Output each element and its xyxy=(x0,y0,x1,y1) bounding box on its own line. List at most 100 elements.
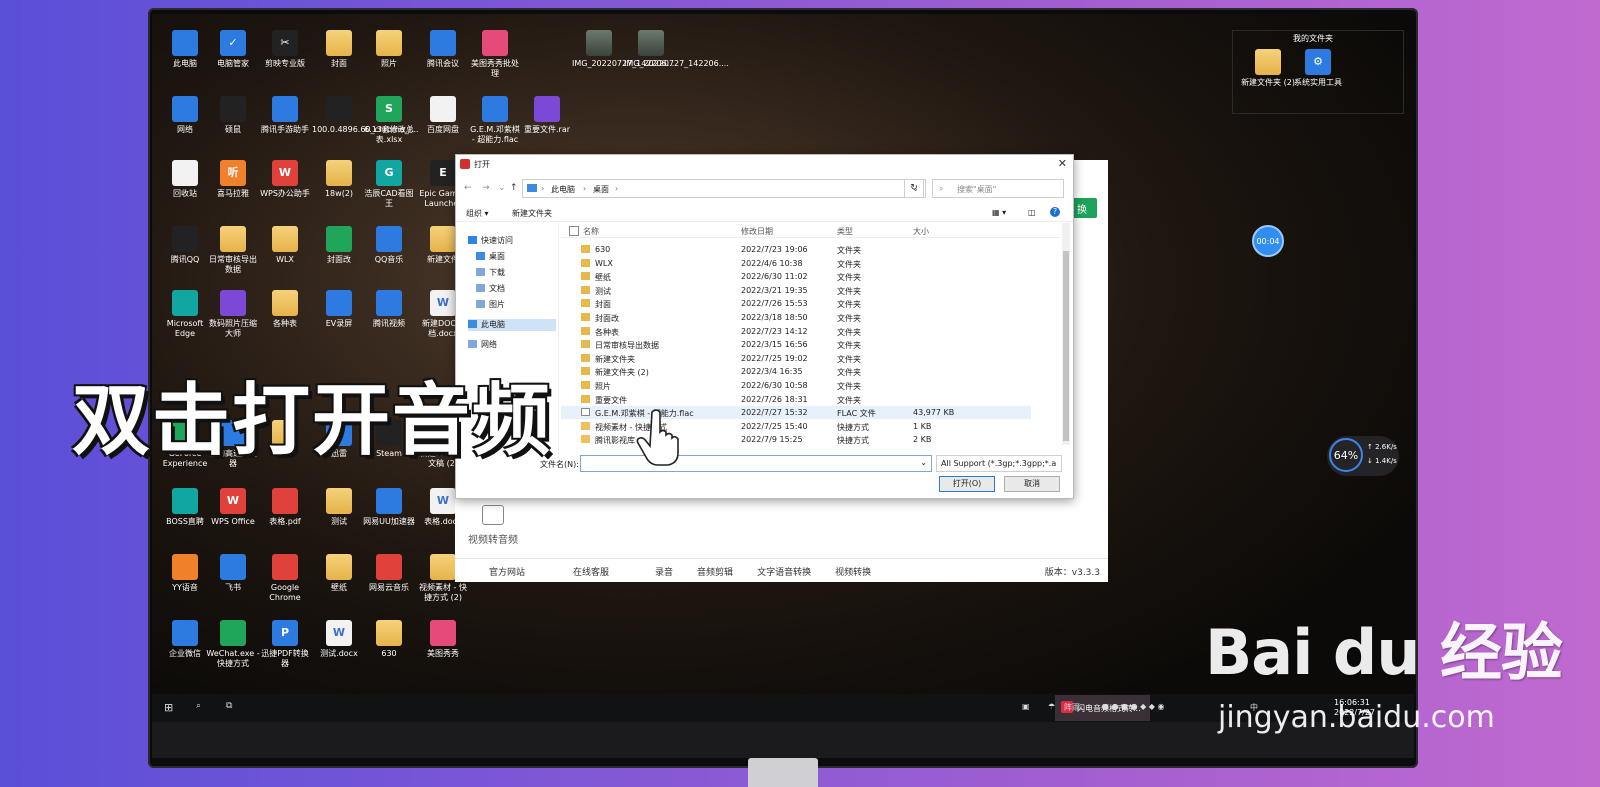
tts-link[interactable]: 文字语音转换 xyxy=(757,565,811,578)
video-convert-link[interactable]: 视频转换 xyxy=(835,565,871,578)
audio-edit-link[interactable]: 音频剪辑 xyxy=(697,565,733,578)
desktop-icon[interactable]: W WPS Office xyxy=(206,488,260,527)
file-row[interactable]: 日常审核导出数据 2022/3/15 16:56 文件夹 xyxy=(561,338,1031,351)
chevron-down-icon[interactable]: ⌄ xyxy=(920,458,927,467)
desktop-icon[interactable]: 网易UU加速器 xyxy=(362,488,416,527)
desktop-icon[interactable]: Google Chrome xyxy=(258,554,312,603)
nav-item[interactable]: 快速访问 xyxy=(468,235,556,247)
recording-timer[interactable]: 00:04 xyxy=(1252,225,1284,257)
refresh-icon[interactable]: ↻ xyxy=(904,179,924,198)
desktop-icon[interactable]: 腾讯手游助手 xyxy=(258,96,312,135)
close-icon[interactable]: ✕ xyxy=(1058,157,1067,170)
desktop-icon[interactable]: ✓ 电脑管家 xyxy=(206,30,260,69)
nav-item[interactable]: 此电脑 xyxy=(468,319,556,331)
desktop-icon[interactable]: 630 xyxy=(362,620,416,659)
windows-start-icon[interactable]: ⊞ xyxy=(164,701,173,714)
new-folder-button[interactable]: 新建文件夹 xyxy=(512,208,552,219)
file-row[interactable]: 测试 2022/3/21 19:35 文件夹 xyxy=(561,284,1031,297)
desktop-icon[interactable]: 腾讯视频 xyxy=(362,290,416,329)
weather-text[interactable]: 阵雨... xyxy=(1064,702,1088,713)
desktop-icon[interactable]: Microsoft Edge xyxy=(158,290,212,339)
desktop-icon[interactable]: 此电脑 xyxy=(158,30,212,69)
nav-item[interactable]: 网络 xyxy=(468,339,556,351)
file-row[interactable]: 新建文件夹 (2) 2022/3/4 16:35 文件夹 xyxy=(561,365,1031,378)
search-icon[interactable]: ⌕ xyxy=(196,701,201,711)
file-row[interactable]: 封面改 2022/3/18 18:50 文件夹 xyxy=(561,311,1031,324)
nav-item[interactable]: 桌面 xyxy=(476,251,556,263)
desktop-icon[interactable]: P 迅捷PDF转换器 xyxy=(258,620,312,669)
desktop-icon[interactable]: 听喜马拉雅 xyxy=(206,160,260,199)
desktop-icon-system-tools[interactable]: ⚙ 系统实用工具 xyxy=(1291,49,1345,88)
desktop-icon[interactable]: 表格.pdf xyxy=(258,488,312,527)
record-link[interactable]: 录音 xyxy=(655,565,673,578)
desktop-icon[interactable]: G 浩辰CAD看图王 xyxy=(362,160,416,209)
file-row[interactable]: 腾讯影视库 2022/7/9 15:25 快捷方式 2 KB xyxy=(561,433,1031,446)
desktop-icon[interactable]: 美图秀秀 xyxy=(416,620,470,659)
desktop-icon[interactable]: EV录屏 xyxy=(312,290,366,329)
file-list-scrollbar[interactable] xyxy=(1062,223,1070,445)
task-view-icon[interactable]: ⧉ xyxy=(226,701,232,711)
file-row[interactable]: 各种表 2022/7/23 14:12 文件夹 xyxy=(561,325,1031,338)
tray-icons[interactable]: ● ● ● ● ◆ ◆ ◉ xyxy=(1102,702,1164,711)
desktop-icon[interactable]: 100.0.4896.60_chrome_i... xyxy=(312,96,419,135)
select-all-checkbox[interactable] xyxy=(569,226,579,236)
column-type[interactable]: 类型 xyxy=(837,226,853,237)
desktop-icon[interactable]: 封面改 xyxy=(312,226,366,265)
desktop-icon[interactable]: 腾讯会议 xyxy=(416,30,470,69)
column-modified[interactable]: 修改日期 xyxy=(741,226,773,237)
desktop-icon[interactable]: WeChat.exe - 快捷方式 xyxy=(206,620,260,669)
breadcrumb-desktop[interactable]: 桌面 xyxy=(593,184,609,195)
view-options-icon[interactable]: ▦ ▾ xyxy=(992,208,1006,217)
chevron-down-icon[interactable]: ⌄ xyxy=(498,183,506,193)
desktop-icon[interactable]: WLX xyxy=(258,226,312,265)
nav-item[interactable]: 文档 xyxy=(476,283,556,295)
help-icon[interactable]: ? xyxy=(1050,207,1060,217)
desktop-icon[interactable]: 壁纸 xyxy=(312,554,366,593)
desktop-icon[interactable]: W 测试.docx xyxy=(312,620,366,659)
forward-arrow-icon[interactable]: → xyxy=(482,183,490,193)
nav-item[interactable]: 下载 xyxy=(476,267,556,279)
official-site-link[interactable]: 官方网站 xyxy=(489,565,525,578)
desktop-icon[interactable]: 飞书 xyxy=(206,554,260,593)
back-arrow-icon[interactable]: ← xyxy=(464,183,472,193)
desktop-icon[interactable]: 网易云音乐 xyxy=(362,554,416,593)
online-support-link[interactable]: 在线客服 xyxy=(573,565,609,578)
desktop-icon[interactable]: 腾讯QQ xyxy=(158,226,212,265)
breadcrumb-this-pc[interactable]: 此电脑 xyxy=(551,184,575,195)
nav-item[interactable]: 图片 xyxy=(476,299,556,311)
cancel-button[interactable]: 取消 xyxy=(1004,476,1060,492)
preview-pane-icon[interactable]: ◫ xyxy=(1028,208,1036,217)
wps-tray-icon[interactable]: ▣ xyxy=(1022,702,1030,711)
file-row[interactable]: 630 2022/7/23 19:06 文件夹 xyxy=(561,243,1031,256)
desktop-icon[interactable]: 重要文件.rar xyxy=(520,96,574,135)
search-input[interactable]: ⌕ 搜索"桌面" xyxy=(932,179,1064,198)
open-button[interactable]: 打开(O) xyxy=(939,476,995,492)
desktop-icon[interactable]: 企业微信 xyxy=(158,620,212,659)
video-to-audio-item[interactable]: 视频转音频 xyxy=(463,505,523,546)
desktop-icon[interactable]: G.E.M.邓紫棋 - 超能力.flac xyxy=(468,96,522,145)
desktop-icon[interactable]: 网络 xyxy=(158,96,212,135)
desktop-icon[interactable]: 照片 xyxy=(362,30,416,69)
desktop-icon[interactable]: IMG_20220727_142206.... xyxy=(624,30,729,69)
column-name[interactable]: 名称 xyxy=(583,226,599,237)
file-row[interactable]: 照片 2022/6/30 10:58 文件夹 xyxy=(561,379,1031,392)
desktop-icon[interactable]: BOSS直聘 xyxy=(158,488,212,527)
desktop-icon[interactable]: 18w(2) xyxy=(312,160,366,199)
desktop-icon[interactable]: 各种表 xyxy=(258,290,312,329)
column-size[interactable]: 大小 xyxy=(913,226,929,237)
file-row[interactable]: 重要文件 2022/7/26 18:31 文件夹 xyxy=(561,393,1031,406)
scrollbar-thumb[interactable] xyxy=(1063,251,1069,441)
desktop-icon[interactable]: ✂ 剪映专业版 xyxy=(258,30,312,69)
organize-menu[interactable]: 组织 ▾ xyxy=(466,208,489,219)
file-row[interactable]: 新建文件夹 2022/7/25 19:02 文件夹 xyxy=(561,352,1031,365)
address-bar[interactable]: › 此电脑 › 桌面 › ⌄ xyxy=(522,179,926,198)
file-row[interactable]: 视频素材 - 快捷方式 2022/7/25 15:40 快捷方式 1 KB xyxy=(561,420,1031,433)
file-type-filter[interactable]: All Support (*.3gp;*.3gpp;*.a xyxy=(936,455,1062,472)
desktop-icon[interactable]: 美图秀秀批处理 xyxy=(468,30,522,79)
desktop-icon[interactable]: 回收站 xyxy=(158,160,212,199)
file-row[interactable]: 封面 2022/7/26 15:53 文件夹 xyxy=(561,297,1031,310)
desktop-icon[interactable]: 硕鼠 xyxy=(206,96,260,135)
desktop-icon[interactable]: YY语音 xyxy=(158,554,212,593)
desktop-icon[interactable]: 封面 xyxy=(312,30,366,69)
desktop-icon[interactable]: QQ音乐 xyxy=(362,226,416,265)
